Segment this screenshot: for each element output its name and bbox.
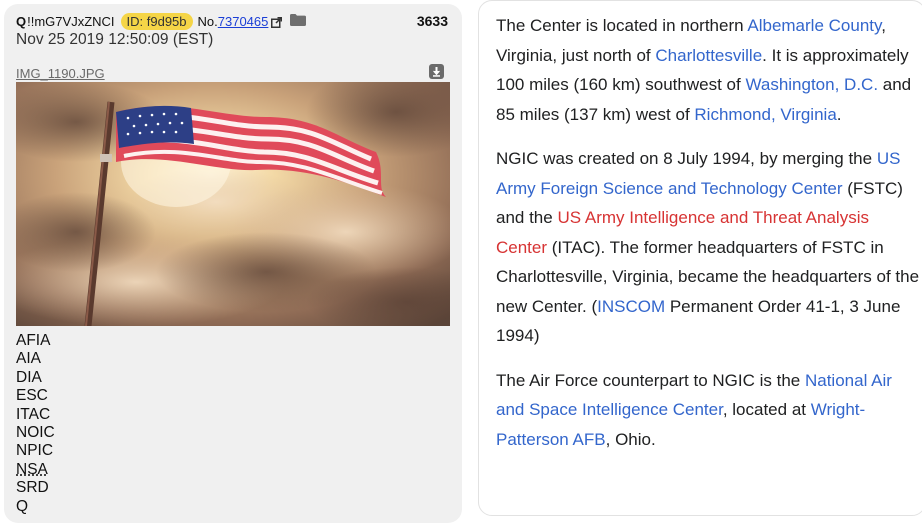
acronym-item: ESC <box>16 387 48 405</box>
link-washington-dc[interactable]: Washington, D.C. <box>745 75 878 94</box>
post-number-prefix: No. <box>197 14 218 29</box>
link-richmond-virginia[interactable]: Richmond, Virginia <box>694 105 836 124</box>
post-image-flag[interactable] <box>16 82 450 326</box>
wiki-paragraph-counterpart: The Air Force counterpart to NGIC is the… <box>496 366 922 455</box>
acronym-item: AFIA <box>16 332 51 349</box>
reply-count: 3633 <box>416 13 448 29</box>
external-link-icon[interactable] <box>271 16 283 28</box>
post-date: Nov 25 2019 12:50:09 (EST) <box>16 31 214 48</box>
acronym-list: AFIA AIA DIA ESC ITAC NOIC NPIC NSA SRD … <box>16 332 55 516</box>
folder-icon[interactable] <box>290 14 307 29</box>
post-card: Q !!mG7VJxZNCI ID: f9d95b No. 7370465 36… <box>4 4 462 523</box>
post-number-link[interactable]: 7370465 <box>218 14 269 29</box>
image-filename-link[interactable]: IMG_1190.JPG <box>16 66 105 81</box>
link-charlottesville[interactable]: Charlottesville <box>655 46 762 65</box>
text: The Air Force counterpart to NGIC is the <box>496 370 805 390</box>
acronym-item: DIA <box>16 368 42 386</box>
wiki-excerpt-card: The Center is located in northern Albema… <box>478 0 922 516</box>
link-inscom[interactable]: INSCOM <box>597 297 665 316</box>
acronym-item: NOIC <box>16 423 55 441</box>
acronym-item: SRD <box>16 479 49 497</box>
wiki-body: The Center is located in northern Albema… <box>496 11 922 469</box>
poster-id-badge[interactable]: ID: f9d95b <box>120 13 193 30</box>
download-icon[interactable] <box>429 64 444 79</box>
acronym-item: ITAC <box>16 405 51 423</box>
text: NGIC was created on 8 July 1994, by merg… <box>496 149 877 168</box>
wiki-paragraph-location: The Center is located in northern Albema… <box>496 11 922 129</box>
text: . <box>836 104 842 124</box>
text: , Ohio. <box>605 429 656 449</box>
acronym-item: Q <box>16 497 29 515</box>
text: , located at <box>722 400 811 419</box>
acronym-item: AIA <box>16 350 41 368</box>
text: The Center is located in northern <box>496 16 748 35</box>
acronym-item-abbr[interactable]: NSA <box>16 461 48 478</box>
post-header: Q !!mG7VJxZNCI ID: f9d95b No. 7370465 36… <box>16 13 448 49</box>
wiki-paragraph-history: NGIC was created on 8 July 1994, by merg… <box>496 144 922 351</box>
acronym-item: NPIC <box>16 442 54 460</box>
tripcode: !!mG7VJxZNCI <box>27 14 115 29</box>
poster-name: Q <box>16 14 27 29</box>
link-albemarle-county[interactable]: Albemarle County <box>747 16 881 35</box>
